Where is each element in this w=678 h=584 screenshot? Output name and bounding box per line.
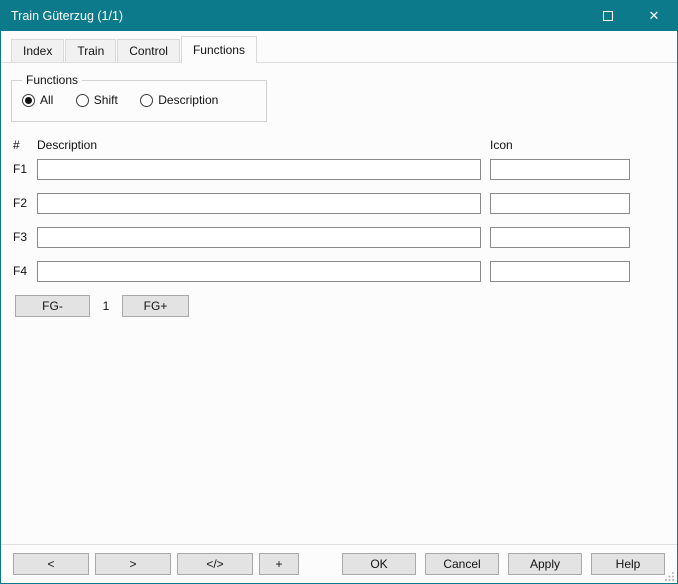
column-header-icon: Icon bbox=[490, 138, 630, 152]
function-group-controls: FG- 1 FG+ bbox=[13, 295, 665, 317]
radio-all[interactable]: All bbox=[22, 93, 53, 107]
add-button[interactable]: + bbox=[259, 553, 299, 575]
nav-code-button[interactable]: </> bbox=[177, 553, 253, 575]
help-button[interactable]: Help bbox=[591, 553, 665, 575]
tab-functions[interactable]: Functions bbox=[181, 36, 257, 63]
icon-input-f1[interactable] bbox=[490, 159, 630, 180]
titlebar: Train Güterzug (1/1) ✕ bbox=[1, 1, 677, 31]
column-header-number: # bbox=[13, 138, 37, 152]
tab-control[interactable]: Control bbox=[117, 39, 180, 62]
radio-shift-icon bbox=[76, 94, 89, 107]
dialog-window: Train Güterzug (1/1) ✕ Index Train Contr… bbox=[0, 0, 678, 584]
radio-all-icon bbox=[22, 94, 35, 107]
resize-grip-icon[interactable] bbox=[665, 571, 675, 581]
icon-input-f2[interactable] bbox=[490, 193, 630, 214]
functions-groupbox: Functions All Shift Description bbox=[11, 73, 267, 122]
description-input-f1[interactable] bbox=[37, 159, 481, 180]
function-row-f3: F3 bbox=[13, 227, 665, 248]
radio-description-label: Description bbox=[158, 93, 218, 107]
ok-button[interactable]: OK bbox=[342, 553, 416, 575]
tab-strip: Index Train Control Functions bbox=[1, 31, 677, 63]
apply-button[interactable]: Apply bbox=[508, 553, 582, 575]
close-icon: ✕ bbox=[649, 8, 660, 24]
cancel-button[interactable]: Cancel bbox=[425, 553, 499, 575]
functions-tab-page: Functions All Shift Description # Descri… bbox=[1, 73, 677, 317]
radio-all-label: All bbox=[40, 93, 53, 107]
fg-group-number: 1 bbox=[93, 299, 119, 313]
radio-shift-label: Shift bbox=[94, 93, 118, 107]
row-label-f3: F3 bbox=[13, 230, 37, 244]
description-input-f4[interactable] bbox=[37, 261, 481, 282]
row-label-f1: F1 bbox=[13, 162, 37, 176]
function-row-f4: F4 bbox=[13, 261, 665, 282]
description-input-f3[interactable] bbox=[37, 227, 481, 248]
tab-index[interactable]: Index bbox=[11, 39, 64, 62]
icon-input-f4[interactable] bbox=[490, 261, 630, 282]
column-header-description: Description bbox=[37, 138, 481, 152]
window-title: Train Güterzug (1/1) bbox=[1, 1, 585, 31]
function-row-f1: F1 bbox=[13, 159, 665, 180]
row-label-f4: F4 bbox=[13, 264, 37, 278]
table-header: # Description Icon bbox=[13, 138, 665, 152]
nav-previous-button[interactable]: < bbox=[13, 553, 89, 575]
radio-description-icon bbox=[140, 94, 153, 107]
groupbox-title: Functions bbox=[22, 73, 82, 87]
description-input-f2[interactable] bbox=[37, 193, 481, 214]
row-label-f2: F2 bbox=[13, 196, 37, 210]
radio-shift[interactable]: Shift bbox=[76, 93, 118, 107]
fg-minus-button[interactable]: FG- bbox=[15, 295, 90, 317]
maximize-button[interactable] bbox=[585, 1, 631, 31]
maximize-icon bbox=[603, 11, 613, 21]
close-button[interactable]: ✕ bbox=[631, 1, 677, 31]
fg-plus-button[interactable]: FG+ bbox=[122, 295, 189, 317]
nav-next-button[interactable]: > bbox=[95, 553, 171, 575]
icon-input-f3[interactable] bbox=[490, 227, 630, 248]
function-row-f2: F2 bbox=[13, 193, 665, 214]
tab-train[interactable]: Train bbox=[65, 39, 116, 62]
bottom-bar: < > </> + OK Cancel Apply Help bbox=[1, 544, 677, 583]
radio-description[interactable]: Description bbox=[140, 93, 218, 107]
